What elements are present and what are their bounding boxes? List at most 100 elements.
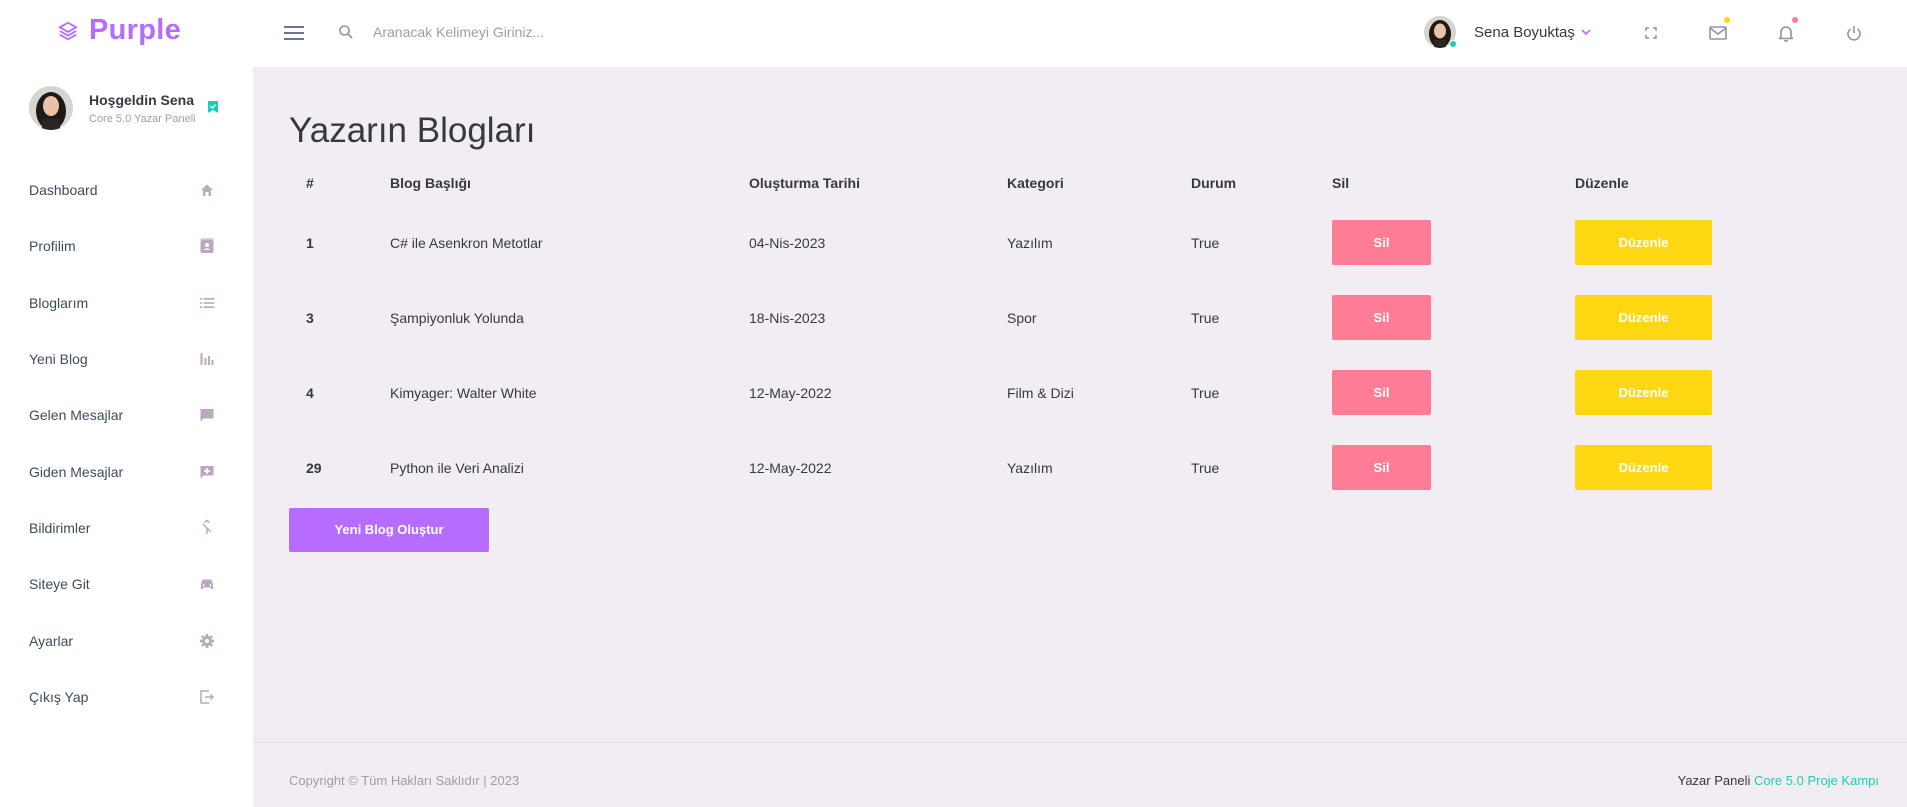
layers-logo-icon	[58, 21, 78, 40]
footer-panel-text: Yazar Paneli	[1677, 773, 1751, 788]
blog-status: True	[1174, 354, 1315, 430]
blog-id: 1	[289, 204, 373, 280]
sidebar-item-label: Bloglarım	[29, 294, 89, 311]
main-content: Yazarın Blogları # Blog Başlığı Oluşturm…	[253, 67, 1907, 742]
sidebar-item-label: Siteye Git	[29, 576, 90, 593]
blog-date: 04-Nis-2023	[732, 204, 990, 280]
user-name: Sena Boyuktaş	[1474, 23, 1575, 41]
column-header: Blog Başlığı	[390, 175, 471, 192]
blog-category: Yazılım	[990, 429, 1174, 505]
blog-title: C# ile Asenkron Metotlar	[373, 204, 732, 280]
blog-date: 12-May-2022	[732, 429, 990, 505]
blog-table: # Blog Başlığı Oluşturma Tarihi Kategori…	[289, 162, 1873, 505]
sidebar-item-label: Dashboard	[29, 182, 98, 199]
bar-chart-icon	[200, 353, 214, 366]
sidebar-item-label: Ayarlar	[29, 632, 74, 649]
blog-id: 3	[289, 279, 373, 355]
online-status-dot	[1449, 40, 1457, 48]
contact-card-icon	[200, 238, 214, 254]
car-icon	[201, 579, 213, 590]
sidebar-item-label: Yeni Blog	[29, 351, 88, 368]
blog-status: True	[1174, 429, 1315, 505]
blog-status: True	[1174, 279, 1315, 355]
blog-date: 12-May-2022	[732, 354, 990, 430]
sidebar-item-giden-mesajlar[interactable]: Giden Mesajlar	[0, 443, 253, 499]
blog-category: Film & Dizi	[990, 354, 1174, 430]
blog-title: Python ile Veri Analizi	[373, 429, 732, 505]
sidebar-item-label: Bildirimler	[29, 519, 91, 536]
new-blog-button[interactable]: Yeni Blog Oluştur	[289, 508, 489, 552]
sidebar-item-label: Çıkış Yap	[29, 688, 89, 705]
menu-icon[interactable]	[283, 22, 305, 44]
delete-button[interactable]: Sil	[1332, 445, 1431, 491]
table-row: 4 Kimyager: Walter White 12-May-2022 Fil…	[289, 354, 1873, 430]
sidebar-item-gelen-mesajlar[interactable]: Gelen Mesajlar	[0, 387, 253, 443]
footer: Copyright © Tüm Hakları Saklıdır | 2023 …	[253, 742, 1907, 807]
mail-icon[interactable]	[1707, 17, 1730, 44]
search-icon	[339, 25, 353, 39]
column-header: Durum	[1191, 175, 1237, 192]
bell-icon[interactable]	[1775, 17, 1798, 44]
exit-icon	[200, 690, 215, 704]
search-input[interactable]	[373, 20, 753, 44]
delete-button[interactable]: Sil	[1332, 220, 1431, 265]
edit-button[interactable]: Düzenle	[1575, 220, 1712, 265]
sidebar-item-label: Giden Mesajlar	[29, 463, 124, 480]
column-header: Kategori	[1007, 175, 1064, 192]
copyright-text: Copyright © Tüm Hakları Saklıdır | 2023	[289, 773, 520, 788]
top-navbar: Purple Sena Boyuktaş	[0, 0, 1907, 67]
blog-category: Spor	[990, 279, 1174, 355]
blog-id: 29	[289, 429, 373, 505]
user-profile-dropdown[interactable]: Sena Boyuktaş	[1424, 16, 1591, 48]
sidebar: Hoşgeldin Sena Core 5.0 Yazar Paneli Das…	[0, 67, 253, 807]
blog-id: 4	[289, 354, 373, 430]
avatar	[29, 86, 73, 130]
delete-button[interactable]: Sil	[1332, 370, 1431, 415]
brand-name: Purple	[89, 14, 182, 46]
sidebar-item-bloglarim[interactable]: Bloglarım	[0, 275, 253, 331]
edit-button[interactable]: Düzenle	[1575, 445, 1712, 491]
sidebar-item-cikis-yap[interactable]: Çıkış Yap	[0, 669, 253, 725]
sidebar-item-siteye-git[interactable]: Siteye Git	[0, 556, 253, 612]
column-header: Oluşturma Tarihi	[749, 175, 860, 192]
sidebar-item-label: Profilim	[29, 238, 76, 255]
sidebar-menu: Dashboard Profilim Bloglarım Yeni Blog G…	[0, 162, 253, 725]
column-header: #	[306, 175, 314, 192]
blog-title: Şampiyonluk Yolunda	[373, 279, 732, 355]
home-icon	[201, 184, 213, 197]
bookmark-check-icon	[208, 101, 218, 113]
blog-status: True	[1174, 204, 1315, 280]
avatar	[1424, 16, 1457, 48]
column-header: Sil	[1332, 175, 1350, 192]
delete-button[interactable]: Sil	[1332, 295, 1431, 340]
blog-category: Yazılım	[990, 204, 1174, 280]
sidebar-item-yeni-blog[interactable]: Yeni Blog	[0, 331, 253, 387]
user-role: Core 5.0 Yazar Paneli	[89, 112, 196, 125]
gear-icon	[200, 633, 214, 648]
sidebar-item-dashboard[interactable]: Dashboard	[0, 162, 253, 218]
table-header-row: # Blog Başlığı Oluşturma Tarihi Kategori…	[289, 162, 1873, 205]
message-icon	[200, 409, 214, 422]
page-title: Yazarın Blogları	[289, 111, 536, 150]
column-header: Düzenle	[1575, 175, 1629, 192]
chevron-down-icon	[1581, 29, 1591, 36]
bell-badge	[1792, 17, 1798, 23]
brand-logo[interactable]: Purple	[57, 14, 181, 47]
fullscreen-icon[interactable]	[1640, 22, 1662, 44]
sidebar-profile[interactable]: Hoşgeldin Sena Core 5.0 Yazar Paneli	[29, 86, 229, 130]
mail-badge	[1724, 17, 1730, 23]
sidebar-item-label: Gelen Mesajlar	[29, 407, 124, 424]
edit-button[interactable]: Düzenle	[1575, 370, 1712, 415]
welcome-text: Hoşgeldin Sena	[89, 91, 195, 108]
table-row: 29 Python ile Veri Analizi 12-May-2022 Y…	[289, 429, 1873, 505]
list-icon	[200, 297, 215, 308]
sidebar-item-ayarlar[interactable]: Ayarlar	[0, 612, 253, 668]
sidebar-item-profilim[interactable]: Profilim	[0, 218, 253, 274]
blog-date: 18-Nis-2023	[732, 279, 990, 355]
edit-button[interactable]: Düzenle	[1575, 295, 1712, 340]
footer-link[interactable]: Core 5.0 Proje Kampı	[1754, 773, 1879, 788]
table-row: 3 Şampiyonluk Yolunda 18-Nis-2023 Spor T…	[289, 279, 1873, 355]
table-row: 1 C# ile Asenkron Metotlar 04-Nis-2023 Y…	[289, 204, 1873, 280]
sidebar-item-bildirimler[interactable]: Bildirimler	[0, 500, 253, 556]
power-icon[interactable]	[1843, 22, 1865, 44]
